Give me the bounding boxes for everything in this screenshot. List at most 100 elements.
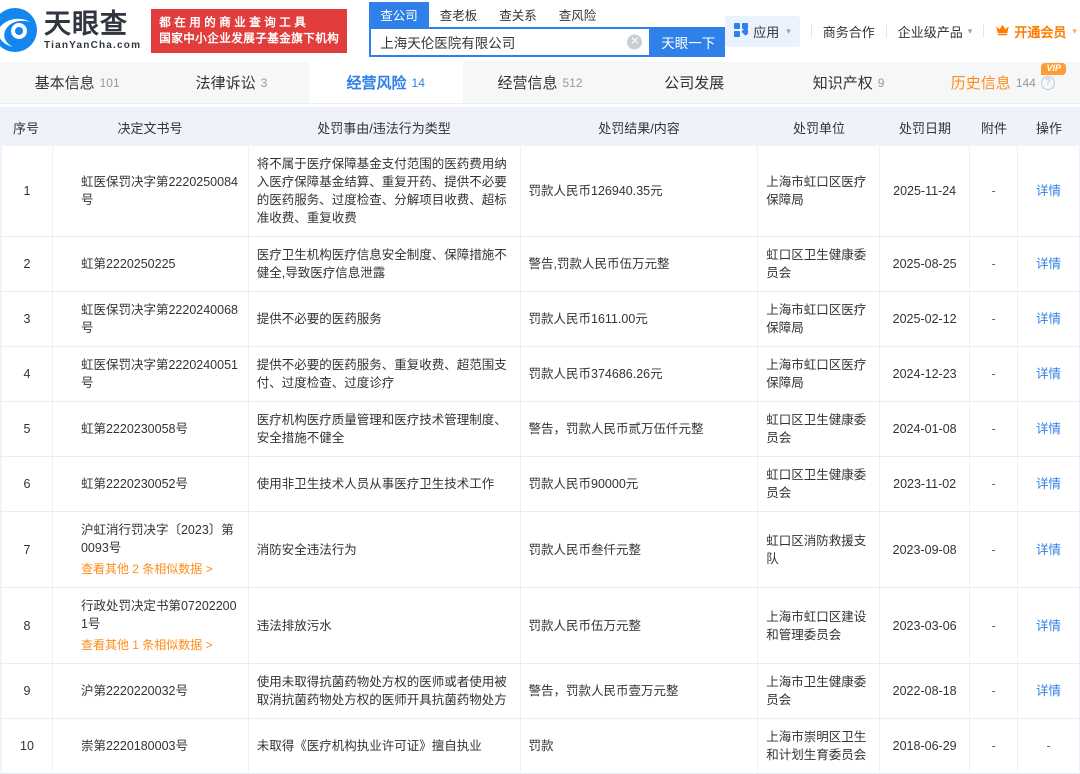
cell-attachment: - (970, 664, 1018, 718)
tianyancha-logo[interactable]: 天眼查 TianYanCha.com (0, 7, 141, 56)
detail-link[interactable]: 详情 (1036, 617, 1061, 635)
cell-unit: 上海市虹口区医疗保障局 (758, 347, 880, 401)
tab-4[interactable]: 经营信息512 (463, 62, 617, 103)
apps-menu-button[interactable]: 应用 ▾ (725, 16, 800, 47)
detail-link[interactable]: 详情 (1036, 541, 1061, 559)
tab-count: 512 (562, 76, 582, 90)
column-header-1: 序号 (0, 118, 52, 137)
cell-reason: 使用非卫生技术人员从事医疗卫生技术工作 (249, 457, 521, 511)
cell-attachment: - (970, 512, 1018, 587)
apps-label: 应用 (753, 22, 779, 41)
tab-label: 基本信息 (35, 72, 95, 93)
cell-attachment: - (970, 146, 1018, 236)
table-row: 1虹医保罚决字第2220250084号将不属于医疗保障基金支付范围的医药费用纳入… (0, 146, 1080, 237)
detail-link[interactable]: 详情 (1036, 255, 1061, 273)
search-tab-2[interactable]: 查老板 (429, 2, 489, 27)
cell-action: 详情 (1018, 237, 1080, 291)
detail-link[interactable]: 详情 (1036, 182, 1061, 200)
penalty-table: 序号决定文书号处罚事由/违法行为类型处罚结果/内容处罚单位处罚日期附件操作 1虹… (0, 107, 1080, 774)
cell-result: 罚款人民币伍万元整 (521, 588, 759, 663)
doc-number-text: 沪第2220220032号 (81, 682, 240, 700)
doc-number-text: 沪虹消行罚决字〔2023〕第0093号 (81, 521, 240, 557)
cell-doc-number: 虹医保罚决字第2220240068号 (53, 292, 249, 346)
column-header-7: 附件 (970, 118, 1018, 137)
column-header-3: 处罚事由/违法行为类型 (248, 118, 520, 137)
search-button[interactable]: 天眼一下 (651, 27, 725, 57)
cell-unit: 上海市虹口区建设和管理委员会 (758, 588, 880, 663)
column-header-4: 处罚结果/内容 (520, 118, 758, 137)
tab-1[interactable]: 基本信息101 (0, 62, 154, 103)
search-tab-4[interactable]: 查风险 (548, 2, 608, 27)
similar-data-link[interactable]: 查看其他 1 条相似数据 > (81, 636, 240, 654)
top-nav: 应用 ▾ 商务合作 企业级产品▾ 开通会员 ▾ (725, 16, 1080, 47)
cell-date: 2025-08-25 (880, 237, 970, 291)
cell-result: 警告,罚款人民币伍万元整 (521, 237, 759, 291)
tab-5[interactable]: 公司发展 (617, 62, 771, 103)
tab-2[interactable]: 法律诉讼3 (154, 62, 308, 103)
detail-link[interactable]: 详情 (1036, 365, 1061, 383)
clear-icon[interactable]: ✕ (627, 35, 642, 50)
cell-attachment: - (970, 457, 1018, 511)
cell-doc-number: 沪虹消行罚决字〔2023〕第0093号查看其他 2 条相似数据 > (53, 512, 249, 587)
detail-link[interactable]: 详情 (1036, 682, 1061, 700)
cell-reason: 提供不必要的医药服务 (249, 292, 521, 346)
doc-number-text: 虹医保罚决字第2220240051号 (81, 356, 240, 392)
tab-7[interactable]: 历史信息 144 VIP? (926, 62, 1080, 103)
cell-index: 1 (1, 146, 53, 236)
cell-action: 详情 (1018, 664, 1080, 718)
detail-link[interactable]: 详情 (1036, 310, 1061, 328)
cell-doc-number: 虹第2220250225 (53, 237, 249, 291)
penalty-table-body: 1虹医保罚决字第2220250084号将不属于医疗保障基金支付范围的医药费用纳入… (0, 146, 1080, 774)
cell-doc-number: 行政处罚决定书第072022001号查看其他 1 条相似数据 > (53, 588, 249, 663)
cell-index: 5 (1, 402, 53, 456)
tab-6[interactable]: 知识产权9 (771, 62, 925, 103)
crown-icon (995, 23, 1010, 39)
doc-number-text: 虹第2220230052号 (81, 475, 240, 493)
table-row: 6虹第2220230052号使用非卫生技术人员从事医疗卫生技术工作罚款人民币90… (0, 457, 1080, 512)
cell-unit: 虹口区卫生健康委员会 (758, 402, 880, 456)
cell-doc-number: 虹第2220230052号 (53, 457, 249, 511)
table-row: 5虹第2220230058号医疗机构医疗质量管理和医疗技术管理制度、安全措施不健… (0, 402, 1080, 457)
cell-attachment: - (970, 292, 1018, 346)
doc-number-text: 虹医保罚决字第2220250084号 (81, 173, 240, 209)
search-box: ✕ 天眼一下 (369, 27, 725, 57)
chevron-down-icon: ▾ (786, 26, 791, 37)
doc-number-text: 虹医保罚决字第2220240068号 (81, 301, 240, 337)
column-header-5: 处罚单位 (758, 118, 880, 137)
tab-3[interactable]: 经营风险14 (309, 62, 463, 103)
cell-index: 9 (1, 664, 53, 718)
search-tab-3[interactable]: 查关系 (488, 2, 548, 27)
doc-number-text: 崇第2220180003号 (81, 737, 240, 755)
tab-label: 法律诉讼 (196, 72, 256, 93)
cell-result: 罚款人民币叁仟元整 (521, 512, 759, 587)
cell-date: 2024-01-08 (880, 402, 970, 456)
search-input[interactable] (371, 29, 649, 55)
search-tab-1[interactable]: 查公司 (369, 2, 429, 27)
divider (983, 24, 984, 38)
top-header: 天眼查 TianYanCha.com 都在用的商业查询工具 国家中小企业发展子基… (0, 0, 1080, 62)
table-row: 3虹医保罚决字第2220240068号提供不必要的医药服务罚款人民币1611.0… (0, 292, 1080, 347)
cell-unit: 上海市卫生健康委员会 (758, 664, 880, 718)
cell-reason: 医疗卫生机构医疗信息安全制度、保障措施不健全,导致医疗信息泄露 (249, 237, 521, 291)
divider (811, 24, 812, 38)
help-icon: ? (1041, 76, 1055, 90)
tab-label: 历史信息 (951, 72, 1011, 93)
nav-biz-coop[interactable]: 商务合作 (823, 22, 875, 41)
vip-badge: VIP (1041, 63, 1066, 75)
cell-index: 7 (1, 512, 53, 587)
cell-index: 2 (1, 237, 53, 291)
tab-label: 经营风险 (347, 72, 407, 93)
table-row: 8行政处罚决定书第072022001号查看其他 1 条相似数据 >违法排放污水罚… (0, 588, 1080, 664)
nav-enterprise[interactable]: 企业级产品▾ (898, 22, 973, 41)
cell-unit: 上海市虹口区医疗保障局 (758, 292, 880, 346)
detail-link[interactable]: 详情 (1036, 475, 1061, 493)
detail-link[interactable]: 详情 (1036, 420, 1061, 438)
logo-brand-text: 天眼查 (44, 11, 141, 38)
similar-data-link[interactable]: 查看其他 2 条相似数据 > (81, 560, 240, 578)
tab-count: 144 (1016, 76, 1036, 90)
open-vip-button[interactable]: 开通会员 ▾ (995, 22, 1077, 41)
cell-date: 2025-02-12 (880, 292, 970, 346)
column-header-8: 操作 (1018, 118, 1080, 137)
cell-attachment: - (970, 588, 1018, 663)
cell-result: 警告，罚款人民币壹万元整 (521, 664, 759, 718)
